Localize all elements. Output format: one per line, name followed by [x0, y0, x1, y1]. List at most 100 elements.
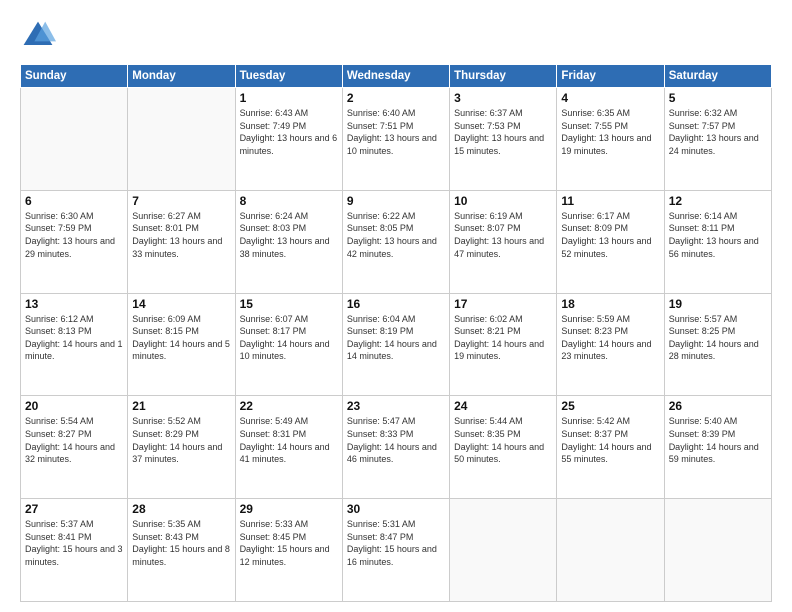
calendar-table: SundayMondayTuesdayWednesdayThursdayFrid… — [20, 64, 772, 602]
day-number: 25 — [561, 399, 659, 413]
day-number: 29 — [240, 502, 338, 516]
day-info: Sunrise: 6:43 AM Sunset: 7:49 PM Dayligh… — [240, 107, 338, 157]
calendar-cell: 13 Sunrise: 6:12 AM Sunset: 8:13 PM Dayli… — [21, 293, 128, 396]
day-header-thursday: Thursday — [450, 65, 557, 88]
day-number: 1 — [240, 91, 338, 105]
calendar-cell: 21 Sunrise: 5:52 AM Sunset: 8:29 PM Dayli… — [128, 396, 235, 499]
day-info: Sunrise: 6:27 AM Sunset: 8:01 PM Dayligh… — [132, 210, 230, 260]
day-info: Sunrise: 5:35 AM Sunset: 8:43 PM Dayligh… — [132, 518, 230, 568]
calendar-cell: 10 Sunrise: 6:19 AM Sunset: 8:07 PM Dayli… — [450, 190, 557, 293]
logo — [20, 18, 60, 54]
day-info: Sunrise: 6:04 AM Sunset: 8:19 PM Dayligh… — [347, 313, 445, 363]
day-info: Sunrise: 6:30 AM Sunset: 7:59 PM Dayligh… — [25, 210, 123, 260]
day-info: Sunrise: 6:09 AM Sunset: 8:15 PM Dayligh… — [132, 313, 230, 363]
day-number: 10 — [454, 194, 552, 208]
day-number: 14 — [132, 297, 230, 311]
day-info: Sunrise: 5:59 AM Sunset: 8:23 PM Dayligh… — [561, 313, 659, 363]
calendar-cell: 19 Sunrise: 5:57 AM Sunset: 8:25 PM Dayli… — [664, 293, 771, 396]
calendar-cell: 14 Sunrise: 6:09 AM Sunset: 8:15 PM Dayli… — [128, 293, 235, 396]
day-info: Sunrise: 5:44 AM Sunset: 8:35 PM Dayligh… — [454, 415, 552, 465]
day-info: Sunrise: 6:14 AM Sunset: 8:11 PM Dayligh… — [669, 210, 767, 260]
calendar-body: 1 Sunrise: 6:43 AM Sunset: 7:49 PM Daylig… — [21, 88, 772, 602]
day-number: 8 — [240, 194, 338, 208]
day-number: 16 — [347, 297, 445, 311]
day-info: Sunrise: 5:42 AM Sunset: 8:37 PM Dayligh… — [561, 415, 659, 465]
day-number: 23 — [347, 399, 445, 413]
day-number: 11 — [561, 194, 659, 208]
page: SundayMondayTuesdayWednesdayThursdayFrid… — [0, 0, 792, 612]
calendar-cell: 15 Sunrise: 6:07 AM Sunset: 8:17 PM Dayli… — [235, 293, 342, 396]
day-info: Sunrise: 5:49 AM Sunset: 8:31 PM Dayligh… — [240, 415, 338, 465]
day-number: 4 — [561, 91, 659, 105]
day-number: 17 — [454, 297, 552, 311]
calendar-cell: 23 Sunrise: 5:47 AM Sunset: 8:33 PM Dayli… — [342, 396, 449, 499]
day-info: Sunrise: 6:40 AM Sunset: 7:51 PM Dayligh… — [347, 107, 445, 157]
day-info: Sunrise: 6:19 AM Sunset: 8:07 PM Dayligh… — [454, 210, 552, 260]
day-info: Sunrise: 6:22 AM Sunset: 8:05 PM Dayligh… — [347, 210, 445, 260]
day-info: Sunrise: 5:57 AM Sunset: 8:25 PM Dayligh… — [669, 313, 767, 363]
week-row-1: 1 Sunrise: 6:43 AM Sunset: 7:49 PM Daylig… — [21, 88, 772, 191]
day-number: 2 — [347, 91, 445, 105]
day-number: 21 — [132, 399, 230, 413]
day-number: 26 — [669, 399, 767, 413]
day-info: Sunrise: 5:40 AM Sunset: 8:39 PM Dayligh… — [669, 415, 767, 465]
days-header-row: SundayMondayTuesdayWednesdayThursdayFrid… — [21, 65, 772, 88]
calendar-cell: 1 Sunrise: 6:43 AM Sunset: 7:49 PM Daylig… — [235, 88, 342, 191]
day-number: 18 — [561, 297, 659, 311]
calendar-cell: 17 Sunrise: 6:02 AM Sunset: 8:21 PM Dayli… — [450, 293, 557, 396]
day-number: 22 — [240, 399, 338, 413]
day-info: Sunrise: 6:02 AM Sunset: 8:21 PM Dayligh… — [454, 313, 552, 363]
day-number: 28 — [132, 502, 230, 516]
day-header-monday: Monday — [128, 65, 235, 88]
calendar-cell — [557, 499, 664, 602]
calendar-cell: 20Sunrise: 5:54 AM Sunset: 8:27 PM Dayli… — [21, 396, 128, 499]
day-number: 27 — [25, 502, 123, 516]
day-info: Sunrise: 6:35 AM Sunset: 7:55 PM Dayligh… — [561, 107, 659, 157]
calendar-cell: 7 Sunrise: 6:27 AM Sunset: 8:01 PM Daylig… — [128, 190, 235, 293]
day-number: 24 — [454, 399, 552, 413]
calendar-cell: 18 Sunrise: 5:59 AM Sunset: 8:23 PM Dayli… — [557, 293, 664, 396]
day-number: 19 — [669, 297, 767, 311]
day-info: Sunrise: 6:07 AM Sunset: 8:17 PM Dayligh… — [240, 313, 338, 363]
day-header-wednesday: Wednesday — [342, 65, 449, 88]
calendar-cell: 16 Sunrise: 6:04 AM Sunset: 8:19 PM Dayli… — [342, 293, 449, 396]
day-header-friday: Friday — [557, 65, 664, 88]
calendar-cell: 6 Sunrise: 6:30 AM Sunset: 7:59 PM Daylig… — [21, 190, 128, 293]
day-info: Sunrise: 5:37 AM Sunset: 8:41 PM Dayligh… — [25, 518, 123, 568]
day-info: Sunrise: 6:37 AM Sunset: 7:53 PM Dayligh… — [454, 107, 552, 157]
day-info: Sunrise: 5:33 AM Sunset: 8:45 PM Dayligh… — [240, 518, 338, 568]
week-row-2: 6 Sunrise: 6:30 AM Sunset: 7:59 PM Daylig… — [21, 190, 772, 293]
calendar-cell: 29 Sunrise: 5:33 AM Sunset: 8:45 PM Dayli… — [235, 499, 342, 602]
day-info: Sunrise: 6:17 AM Sunset: 8:09 PM Dayligh… — [561, 210, 659, 260]
calendar-cell: 22 Sunrise: 5:49 AM Sunset: 8:31 PM Dayli… — [235, 396, 342, 499]
day-number: 13 — [25, 297, 123, 311]
header — [20, 18, 772, 54]
calendar-cell: 11 Sunrise: 6:17 AM Sunset: 8:09 PM Dayli… — [557, 190, 664, 293]
logo-icon — [20, 18, 56, 54]
calendar-cell: 12Sunrise: 6:14 AM Sunset: 8:11 PM Dayli… — [664, 190, 771, 293]
day-number: 30 — [347, 502, 445, 516]
calendar-cell: 30 Sunrise: 5:31 AM Sunset: 8:47 PM Dayli… — [342, 499, 449, 602]
calendar-cell: 2 Sunrise: 6:40 AM Sunset: 7:51 PM Daylig… — [342, 88, 449, 191]
calendar-cell — [664, 499, 771, 602]
day-info: Sunrise: 5:31 AM Sunset: 8:47 PM Dayligh… — [347, 518, 445, 568]
day-number: 15 — [240, 297, 338, 311]
calendar-cell: 9 Sunrise: 6:22 AM Sunset: 8:05 PM Daylig… — [342, 190, 449, 293]
week-row-4: 20Sunrise: 5:54 AM Sunset: 8:27 PM Dayli… — [21, 396, 772, 499]
day-number: 9 — [347, 194, 445, 208]
calendar-cell: 24 Sunrise: 5:44 AM Sunset: 8:35 PM Dayli… — [450, 396, 557, 499]
day-info: Sunrise: 6:32 AM Sunset: 7:57 PM Dayligh… — [669, 107, 767, 157]
day-info: Sunrise: 5:52 AM Sunset: 8:29 PM Dayligh… — [132, 415, 230, 465]
day-number: 6 — [25, 194, 123, 208]
day-number: 3 — [454, 91, 552, 105]
day-number: 7 — [132, 194, 230, 208]
day-info: Sunrise: 5:47 AM Sunset: 8:33 PM Dayligh… — [347, 415, 445, 465]
calendar-cell: 27 Sunrise: 5:37 AM Sunset: 8:41 PM Dayli… — [21, 499, 128, 602]
day-info: Sunrise: 5:54 AM Sunset: 8:27 PM Dayligh… — [25, 415, 123, 465]
day-info: Sunrise: 6:24 AM Sunset: 8:03 PM Dayligh… — [240, 210, 338, 260]
calendar-header: SundayMondayTuesdayWednesdayThursdayFrid… — [21, 65, 772, 88]
day-info: Sunrise: 6:12 AM Sunset: 8:13 PM Dayligh… — [25, 313, 123, 363]
calendar-cell: 5Sunrise: 6:32 AM Sunset: 7:57 PM Daylig… — [664, 88, 771, 191]
calendar-cell: 3 Sunrise: 6:37 AM Sunset: 7:53 PM Daylig… — [450, 88, 557, 191]
day-header-sunday: Sunday — [21, 65, 128, 88]
